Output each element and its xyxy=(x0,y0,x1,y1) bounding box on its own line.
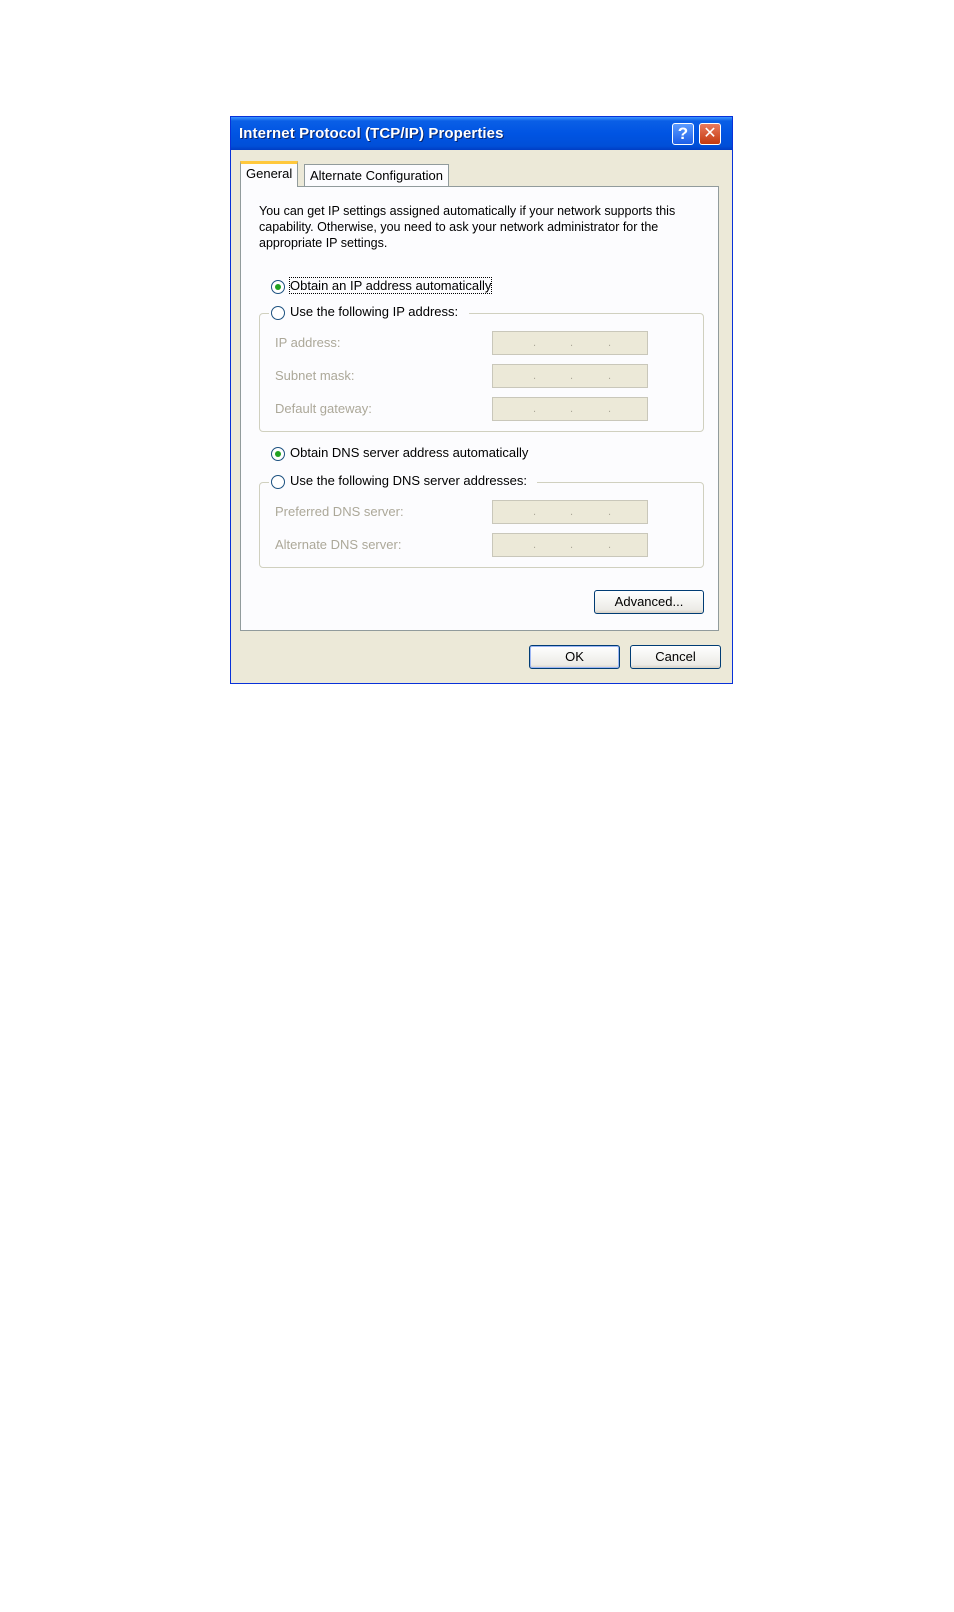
subnet-mask-label: Subnet mask: xyxy=(275,368,355,383)
obtain-dns-auto-label[interactable]: Obtain DNS server address automatically xyxy=(290,445,528,460)
preferred-dns-field[interactable]: ... xyxy=(492,500,648,524)
preferred-dns-label: Preferred DNS server: xyxy=(275,504,404,519)
tab-general[interactable]: General xyxy=(240,161,299,187)
cancel-button[interactable]: Cancel xyxy=(630,645,721,669)
use-following-ip-label[interactable]: Use the following IP address: xyxy=(290,304,458,319)
ip-address-label: IP address: xyxy=(275,335,341,350)
default-gateway-field[interactable]: ... xyxy=(492,397,648,421)
tab-alternate-configuration-label: Alternate Configuration xyxy=(310,168,443,183)
close-icon[interactable]: ✕ xyxy=(699,123,721,145)
description-text: You can get IP settings assigned automat… xyxy=(259,204,676,250)
title-bar[interactable]: Internet Protocol (TCP/IP) Properties ? … xyxy=(231,117,732,150)
use-following-dns-radio[interactable] xyxy=(271,475,285,489)
ip-address-field[interactable]: ... xyxy=(492,331,648,355)
alternate-dns-field[interactable]: ... xyxy=(492,533,648,557)
help-icon[interactable]: ? xyxy=(672,123,694,145)
use-following-ip-radio[interactable] xyxy=(271,306,285,320)
window-title: Internet Protocol (TCP/IP) Properties xyxy=(239,125,504,142)
obtain-ip-auto-label[interactable]: Obtain an IP address automatically xyxy=(288,277,493,294)
use-following-dns-label[interactable]: Use the following DNS server addresses: xyxy=(290,473,527,488)
general-panel: You can get IP settings assigned automat… xyxy=(240,186,719,631)
tcpip-properties-dialog: Internet Protocol (TCP/IP) Properties ? … xyxy=(230,116,733,684)
obtain-ip-auto-radio[interactable] xyxy=(271,280,285,294)
advanced-button[interactable]: Advanced... xyxy=(594,590,704,614)
alternate-dns-label: Alternate DNS server: xyxy=(275,537,402,552)
obtain-dns-auto-radio[interactable] xyxy=(271,447,285,461)
default-gateway-label: Default gateway: xyxy=(275,401,372,416)
tab-alternate-configuration[interactable]: Alternate Configuration xyxy=(304,164,449,188)
ok-button[interactable]: OK xyxy=(529,645,620,669)
tab-general-label: General xyxy=(246,166,293,181)
subnet-mask-field[interactable]: ... xyxy=(492,364,648,388)
